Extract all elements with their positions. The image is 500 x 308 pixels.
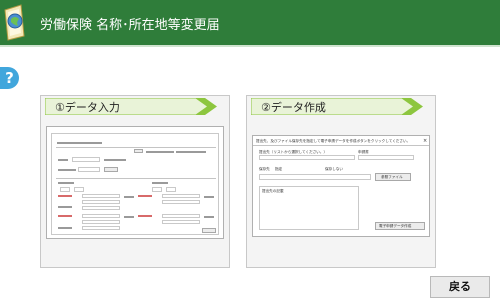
data-entry-preview-image[interactable] bbox=[46, 126, 224, 239]
step-label-data-creation: ②データ作成 bbox=[261, 101, 326, 114]
preview-instruction: 提出先、及びファイル保存先を指定して電子申請データを作成ボタンをクリックしてくだ… bbox=[256, 139, 411, 143]
preview-create-button: 電子申請データ作成 bbox=[379, 224, 412, 228]
step-data-entry-button[interactable]: ①データ入力 bbox=[45, 98, 221, 115]
preview-form bbox=[51, 133, 219, 235]
data-entry-panel[interactable]: ①データ入力 bbox=[40, 95, 230, 268]
header-divider bbox=[0, 45, 500, 47]
page-title: 労働保険 名称･所在地等変更届 bbox=[40, 18, 220, 33]
preview-opt-none: 保存しない bbox=[325, 167, 343, 171]
data-creation-panel[interactable]: ②データ作成 提出先、及びファイル保存先を指定して電子申請データを作成ボタンをク… bbox=[246, 95, 436, 268]
preview-notes-label: 提出先の記載 bbox=[262, 189, 284, 193]
data-creation-preview-image[interactable]: 提出先、及びファイル保存先を指定して電子申請データを作成ボタンをクリックしてくだ… bbox=[252, 135, 430, 237]
title-bar: 労働保険 名称･所在地等変更届 bbox=[0, 0, 500, 45]
app-logo-icon bbox=[4, 4, 25, 41]
step-label-data-entry: ①データ入力 bbox=[55, 101, 120, 114]
back-button[interactable]: 戻る bbox=[430, 276, 490, 298]
step-data-creation-button[interactable]: ②データ作成 bbox=[251, 98, 427, 115]
preview-opt-specify: 指定 bbox=[275, 167, 283, 171]
help-button[interactable]: ? bbox=[0, 67, 19, 89]
preview-save-label: 保存先 bbox=[259, 167, 270, 171]
preview-ref-button: 参照ファイル bbox=[381, 175, 403, 179]
preview-submit-label: 提出先（リストから選択してください。） bbox=[259, 150, 328, 154]
preview-close: × bbox=[423, 138, 428, 144]
preview-doc-label: 申請書 bbox=[358, 150, 369, 154]
